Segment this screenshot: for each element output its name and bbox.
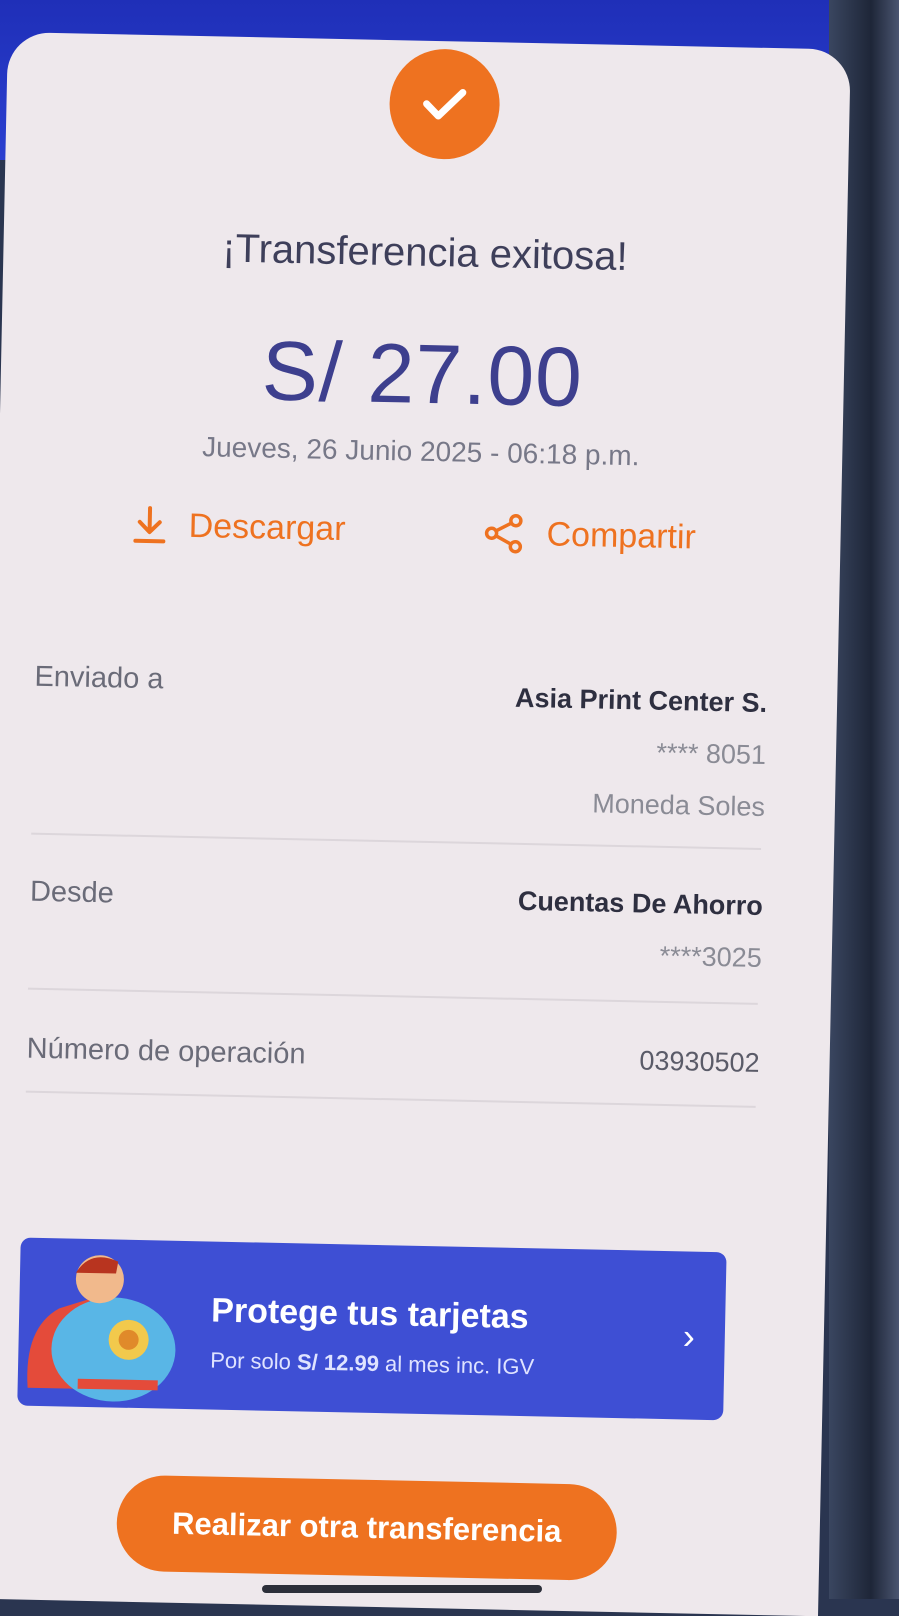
operation-number-label: Número de operación [26, 1033, 306, 1072]
new-transfer-button[interactable]: Realizar otra transferencia [116, 1475, 618, 1581]
divider [26, 1091, 756, 1108]
download-button[interactable]: Descargar [132, 505, 346, 549]
superhero-illustration [17, 1238, 200, 1410]
sent-to-label: Enviado a [34, 661, 164, 697]
download-label: Descargar [188, 506, 346, 548]
share-icon [482, 512, 525, 555]
check-icon [421, 86, 468, 123]
receipt-card: ¡Transferencia exitosa! S/ 27.00 Jueves,… [0, 32, 851, 1616]
card-protection-banner[interactable]: Protege tus tarjetas Por solo S/ 12.99 a… [17, 1238, 726, 1421]
divider [28, 988, 758, 1005]
promo-subtitle-prefix: Por solo [210, 1348, 297, 1375]
recipient-currency: Moneda Soles [592, 788, 765, 823]
promo-subtitle-suffix: al mes inc. IGV [379, 1351, 535, 1379]
transfer-datetime: Jueves, 26 Junio 2025 - 06:18 p.m. [0, 427, 843, 477]
from-label: Desde [30, 876, 115, 911]
success-badge [388, 48, 500, 160]
share-label: Compartir [546, 515, 696, 557]
promo-price: S/ 12.99 [297, 1349, 379, 1376]
promo-subtitle: Por solo S/ 12.99 al mes inc. IGV [210, 1348, 535, 1381]
source-account-type: Cuentas De Ahorro [518, 886, 764, 922]
chevron-right-icon: › [682, 1315, 695, 1357]
home-indicator [262, 1585, 542, 1593]
promo-title: Protege tus tarjetas [211, 1292, 529, 1338]
share-button[interactable]: Compartir [482, 512, 696, 558]
download-icon [132, 505, 167, 546]
recipient-account: **** 8051 [656, 738, 766, 771]
divider [31, 833, 761, 850]
source-account-number: ****3025 [659, 941, 762, 974]
operation-number-value: 03930502 [639, 1045, 760, 1079]
status-title: ¡Transferencia exitosa! [3, 222, 847, 285]
recipient-name: Asia Print Center S. [515, 683, 768, 719]
transfer-amount: S/ 27.00 [0, 317, 845, 432]
